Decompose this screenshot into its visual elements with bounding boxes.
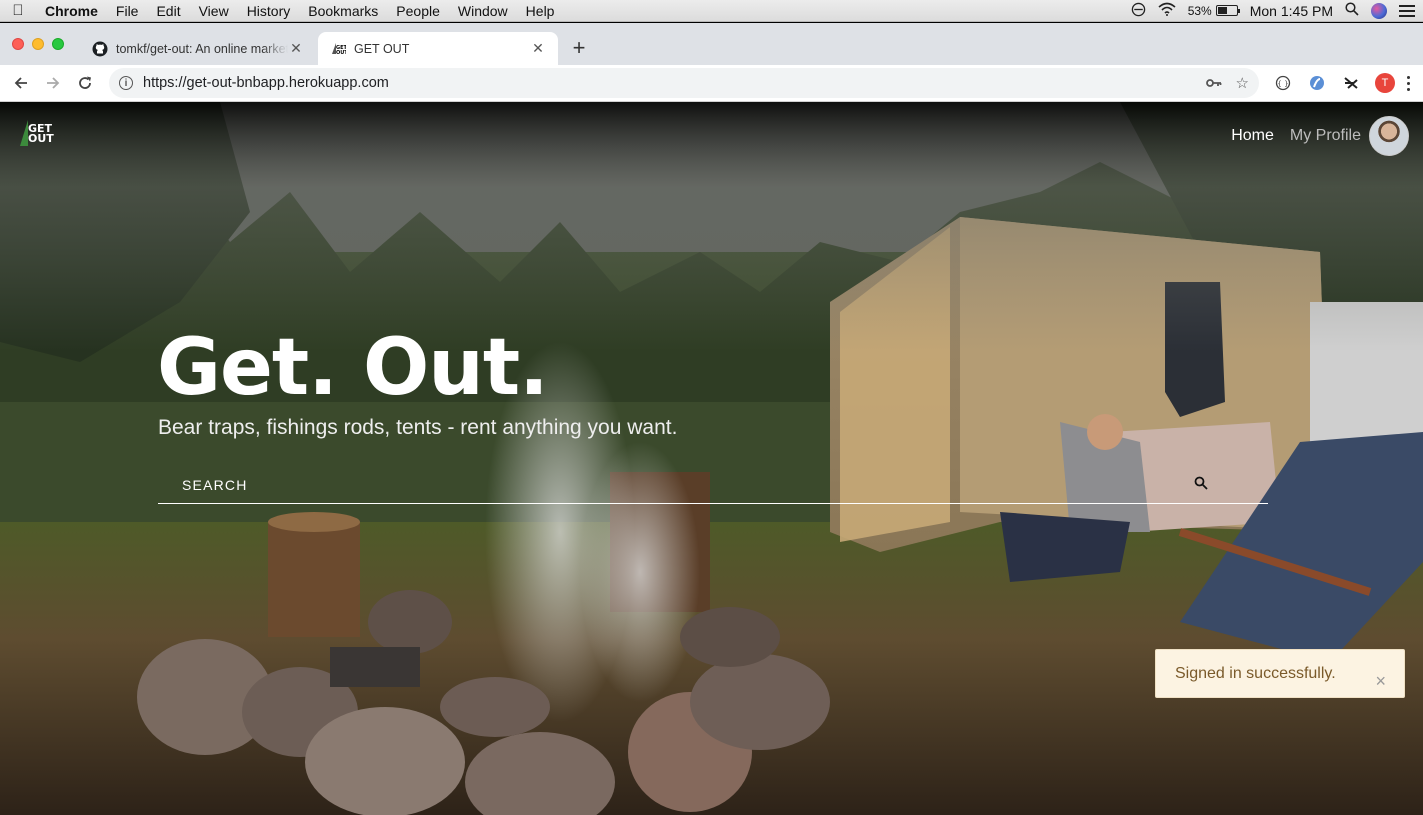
notification-center-icon[interactable] xyxy=(1399,4,1415,17)
extension-icon[interactable] xyxy=(1341,75,1361,91)
apple-menu-icon[interactable]:  xyxy=(0,2,36,19)
svg-text:OUT: OUT xyxy=(336,50,346,56)
menu-clock[interactable]: Mon 1:45 PM xyxy=(1250,3,1333,19)
reload-icon xyxy=(79,76,91,89)
hero-subtitle: Bear traps, fishings rods, tents - rent … xyxy=(158,416,678,439)
search-input[interactable] xyxy=(158,466,1268,503)
nav-my-profile-link[interactable]: My Profile xyxy=(1290,127,1361,145)
macos-menu-bar:  Chrome File Edit View History Bookmark… xyxy=(0,0,1423,22)
tab-get-out[interactable]: GETOUT GET OUT ✕ xyxy=(318,32,558,65)
tab-title: tomkf/get-out: An online marketplace xyxy=(116,41,288,56)
search-icon[interactable] xyxy=(1194,476,1208,490)
new-tab-button[interactable]: + xyxy=(568,37,590,59)
url-text[interactable]: https://get-out-bnbapp.herokuapp.com xyxy=(143,75,1192,91)
nav-home-link[interactable]: Home xyxy=(1231,127,1274,145)
siri-icon[interactable] xyxy=(1371,2,1387,19)
browser-toolbar: i https://get-out-bnbapp.herokuapp.com ☆… xyxy=(0,65,1423,102)
close-tab-icon[interactable]: ✕ xyxy=(530,40,546,57)
key-icon[interactable] xyxy=(1205,75,1222,92)
menu-help[interactable]: Help xyxy=(517,3,564,19)
back-button[interactable] xyxy=(5,67,37,99)
menu-window[interactable]: Window xyxy=(449,3,517,19)
minimize-window-button[interactable] xyxy=(32,38,44,50)
hero-title: Get. Out. xyxy=(157,323,549,413)
menu-edit[interactable]: Edit xyxy=(147,3,189,19)
menu-app-chrome[interactable]: Chrome xyxy=(36,3,107,19)
flash-notice: Signed in successfully. × xyxy=(1155,649,1405,698)
flash-close-icon[interactable]: × xyxy=(1375,672,1386,690)
user-avatar[interactable] xyxy=(1369,116,1409,156)
menu-people[interactable]: People xyxy=(387,3,449,19)
back-arrow-icon xyxy=(14,77,27,89)
battery-icon[interactable] xyxy=(1215,5,1240,16)
extension-icon[interactable]: { } xyxy=(1273,75,1293,91)
forward-button[interactable] xyxy=(37,67,69,99)
spotlight-search-icon[interactable] xyxy=(1345,2,1359,19)
search-bar xyxy=(158,466,1268,504)
menu-bookmarks[interactable]: Bookmarks xyxy=(299,3,387,19)
zoom-window-button[interactable] xyxy=(52,38,64,50)
close-window-button[interactable] xyxy=(12,38,24,50)
menu-view[interactable]: View xyxy=(190,3,238,19)
battery-percent: 53% xyxy=(1187,3,1212,18)
do-not-disturb-icon[interactable] xyxy=(1131,2,1146,20)
address-bar[interactable]: i https://get-out-bnbapp.herokuapp.com ☆ xyxy=(109,68,1259,98)
page-viewport: GET OUT Home My Profile Get. Out. Bear t… xyxy=(0,102,1423,815)
extension-icon[interactable] xyxy=(1307,75,1327,91)
menu-file[interactable]: File xyxy=(107,3,148,19)
tab-github[interactable]: tomkf/get-out: An online marketplace ✕ xyxy=(80,32,316,65)
menu-history[interactable]: History xyxy=(238,3,300,19)
logo-text: GET OUT xyxy=(28,123,54,145)
get-out-favicon: GETOUT xyxy=(330,41,346,57)
logo-text-line-2: OUT xyxy=(28,132,54,145)
site-nav: Home My Profile xyxy=(1215,116,1409,156)
profile-avatar-button[interactable]: T xyxy=(1375,73,1395,93)
close-tab-icon[interactable]: ✕ xyxy=(288,40,304,57)
browser-menu-icon[interactable] xyxy=(1407,75,1410,91)
battery-fill xyxy=(1217,7,1228,14)
github-icon xyxy=(92,41,108,57)
hero-background-image xyxy=(0,102,1423,815)
site-logo[interactable]: GET OUT xyxy=(18,118,58,150)
forward-arrow-icon xyxy=(47,77,60,89)
site-info-icon[interactable]: i xyxy=(119,76,133,90)
reload-button[interactable] xyxy=(69,67,101,99)
bookmark-star-icon[interactable]: ☆ xyxy=(1236,74,1249,92)
wifi-icon[interactable] xyxy=(1158,2,1176,19)
browser-tab-strip: tomkf/get-out: An online marketplace ✕ G… xyxy=(0,23,1423,65)
window-controls xyxy=(12,38,72,50)
flash-message: Signed in successfully. xyxy=(1175,664,1336,682)
svg-text:{ }: { } xyxy=(1277,80,1288,88)
tab-title: GET OUT xyxy=(354,41,410,56)
